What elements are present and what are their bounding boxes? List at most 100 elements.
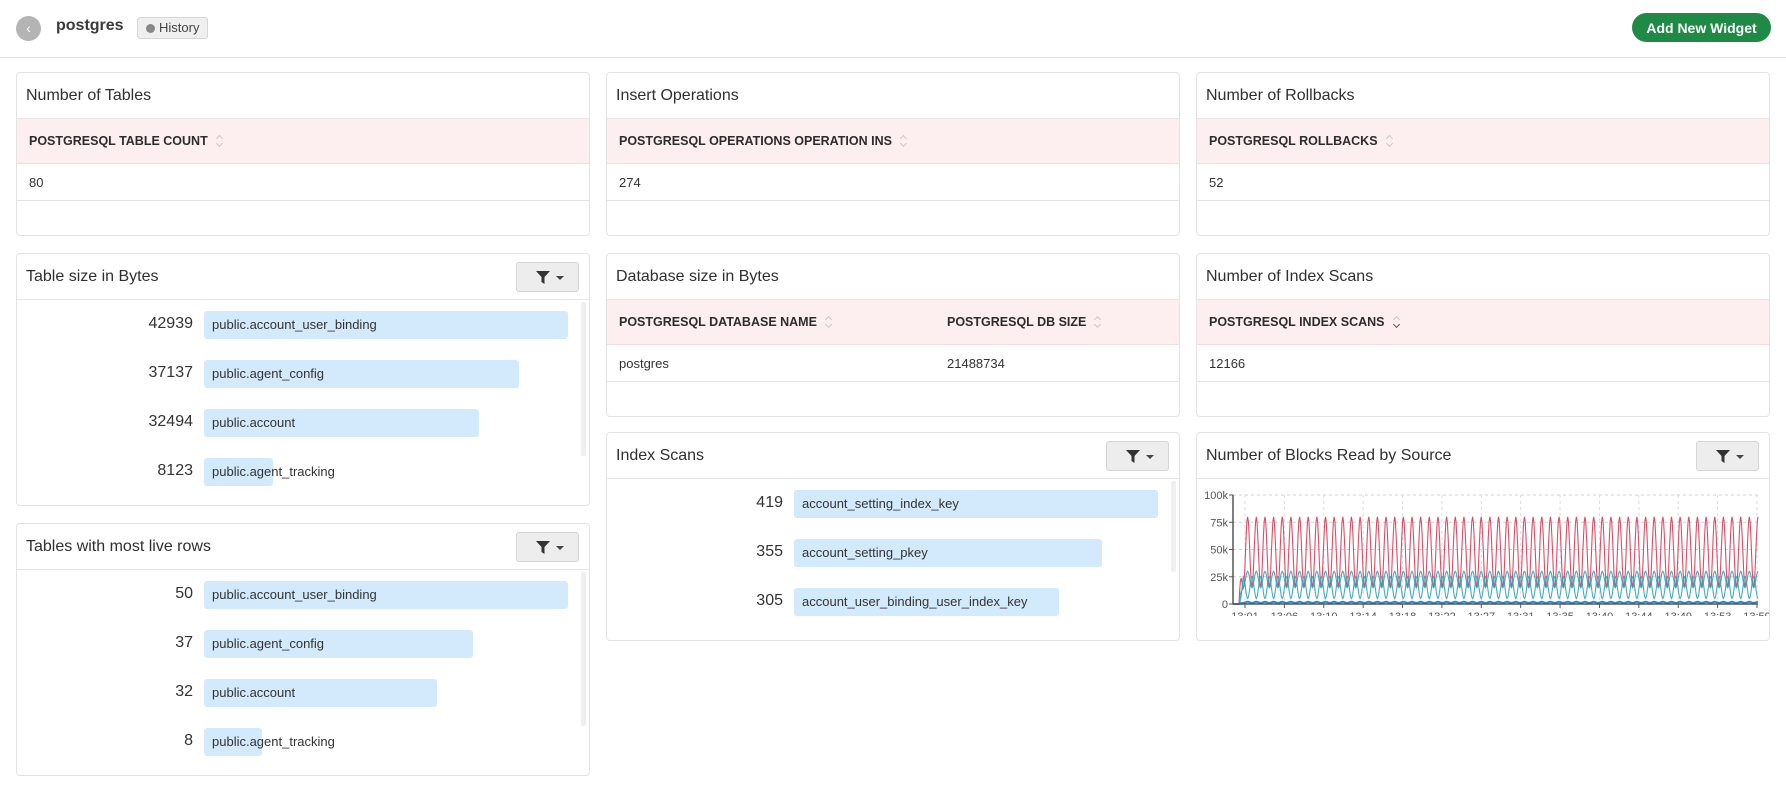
sort-icon[interactable] — [216, 134, 224, 148]
bar-item[interactable]: 305 account_user_binding_user_index_key — [607, 588, 1179, 616]
back-button[interactable]: ‹ — [16, 16, 41, 41]
x-tick-label: 13:01 — [1231, 611, 1259, 616]
widget-insert-operations: Insert Operations POSTGRESQL OPERATIONS … — [606, 72, 1180, 236]
chevron-left-icon: ‹ — [26, 20, 31, 36]
sort-icon[interactable] — [900, 134, 908, 148]
widget-database-size: Database size in Bytes POSTGRESQL DATABA… — [606, 253, 1180, 417]
sort-desc-icon[interactable] — [1393, 315, 1401, 329]
bar-item[interactable]: 42939 public.account_user_binding — [17, 311, 589, 339]
column-header[interactable]: POSTGRESQL OPERATIONS OPERATION INS — [619, 134, 908, 148]
caret-down-icon — [1146, 455, 1154, 459]
filter-dropdown-button[interactable] — [516, 262, 579, 292]
bar-item[interactable]: 37 public.agent_config — [17, 630, 589, 658]
history-label: History — [159, 20, 200, 35]
widget-title: Number of Rollbacks — [1206, 87, 1355, 104]
sort-icon[interactable] — [1094, 315, 1102, 329]
bar-label: account_setting_pkey — [802, 545, 928, 560]
bar-item[interactable]: 8 public.agent_tracking — [17, 728, 589, 756]
bar-value: 50 — [175, 585, 193, 602]
column-header[interactable]: POSTGRESQL DB SIZE — [947, 315, 1102, 329]
sort-icon[interactable] — [1386, 134, 1394, 148]
bar-list: 50 public.account_user_binding 37 public.ag… — [17, 570, 589, 774]
widget-title: Database size in Bytes — [616, 268, 779, 285]
bar-label: public.agent_tracking — [212, 464, 335, 479]
widget-index-scans: Index Scans 419 account_setting_index_key… — [606, 432, 1180, 641]
series-line-series-red — [1233, 516, 1759, 605]
x-tick-label: 13:31 — [1507, 611, 1535, 616]
widget-live-rows: Tables with most live rows 50 public.acco… — [16, 523, 590, 776]
table-row: 52 — [1197, 164, 1769, 201]
table-row: 274 — [607, 164, 1179, 201]
widget-number-of-tables: Number of Tables POSTGRESQL TABLE COUNT … — [16, 72, 590, 236]
filter-icon — [1716, 450, 1730, 463]
sort-icon[interactable] — [825, 315, 833, 329]
table-cell: 274 — [619, 175, 641, 190]
bar-item[interactable]: 32494 public.account — [17, 409, 589, 437]
caret-down-icon — [556, 276, 564, 280]
x-tick-label: 13:22 — [1428, 611, 1456, 616]
x-tick-label: 13:40 — [1586, 611, 1614, 616]
column-header[interactable]: POSTGRESQL DATABASE NAME — [619, 315, 833, 329]
bar-label: public.agent_config — [212, 636, 325, 651]
column-header[interactable]: POSTGRESQL INDEX SCANS — [1209, 315, 1401, 329]
bar-item[interactable]: 50 public.account_user_binding — [17, 581, 589, 609]
x-tick-label: 13:27 — [1468, 611, 1496, 616]
table-row: 12166 — [1197, 345, 1769, 382]
bar-value: 355 — [756, 543, 783, 560]
x-tick-label: 13:59 — [1743, 611, 1770, 616]
widget-title: Number of Index Scans — [1206, 268, 1374, 285]
widget-number-of-index-scans: Number of Index Scans POSTGRESQL INDEX S… — [1196, 253, 1770, 417]
bar-value: 8 — [184, 732, 193, 749]
widget-header: Insert Operations — [607, 73, 1179, 119]
table-header-row: POSTGRESQL ROLLBACKS — [1197, 119, 1769, 164]
bar-list: 419 account_setting_index_key 355 account_s… — [607, 479, 1179, 639]
history-button[interactable]: History — [137, 17, 209, 39]
widget-header: Number of Blocks Read by Source — [1197, 433, 1769, 479]
caret-down-icon — [1736, 455, 1744, 459]
table-row: postgres 21488734 — [607, 345, 1179, 382]
widget-header: Number of Tables — [17, 73, 589, 119]
bar-value: 419 — [756, 494, 783, 511]
table-header-row: POSTGRESQL INDEX SCANS — [1197, 300, 1769, 345]
filter-dropdown-button[interactable] — [516, 532, 579, 562]
bar-value: 305 — [756, 592, 783, 609]
column-header[interactable]: POSTGRESQL TABLE COUNT — [29, 134, 224, 148]
bar-item[interactable]: 419 account_setting_index_key — [607, 490, 1179, 518]
x-tick-label: 13:14 — [1349, 611, 1377, 616]
bar-item[interactable]: 8123 public.agent_tracking — [17, 458, 589, 486]
y-tick-label: 75k — [1210, 517, 1228, 529]
caret-down-icon — [556, 546, 564, 550]
bar-value: 37 — [175, 634, 193, 651]
widget-header: Table size in Bytes — [17, 254, 589, 300]
bar-item[interactable]: 37137 public.agent_config — [17, 360, 589, 388]
column-header[interactable]: POSTGRESQL ROLLBACKS — [1209, 134, 1394, 148]
filter-dropdown-button[interactable] — [1106, 441, 1169, 471]
series-line-series-teal-low — [1233, 574, 1759, 605]
widget-header: Number of Index Scans — [1197, 254, 1769, 300]
widget-blocks-read: Number of Blocks Read by Source 0 25k 50k 7… — [1196, 432, 1770, 641]
table-header-row: POSTGRESQL OPERATIONS OPERATION INS — [607, 119, 1179, 164]
table-cell: 80 — [29, 175, 44, 190]
y-tick-label: 25k — [1210, 572, 1228, 584]
bar-value: 42939 — [148, 315, 194, 332]
bar-label: public.account_user_binding — [212, 317, 377, 332]
table-cell: postgres — [619, 356, 669, 371]
widget-title: Number of Blocks Read by Source — [1206, 447, 1452, 464]
x-tick-label: 13:35 — [1546, 611, 1574, 616]
x-tick-label: 13:06 — [1271, 611, 1299, 616]
filter-dropdown-button[interactable] — [1696, 441, 1759, 471]
table-header-row: POSTGRESQL DATABASE NAME POSTGRESQL DB S… — [607, 300, 1179, 345]
bar-value: 32 — [175, 683, 193, 700]
bar-item[interactable]: 32 public.account — [17, 679, 589, 707]
page-title: postgres — [56, 17, 124, 34]
x-tick-label: 13:10 — [1310, 611, 1338, 616]
bar-label: public.account — [212, 415, 296, 430]
widget-title: Tables with most live rows — [26, 538, 211, 555]
table-cell: 21488734 — [947, 356, 1005, 371]
add-new-widget-button[interactable]: Add New Widget — [1632, 13, 1771, 42]
bar-label: public.account — [212, 685, 296, 700]
y-tick-label: 100k — [1204, 490, 1228, 502]
filter-icon — [536, 271, 550, 284]
bar-label: account_user_binding_user_index_key — [802, 594, 1028, 609]
bar-item[interactable]: 355 account_setting_pkey — [607, 539, 1179, 567]
